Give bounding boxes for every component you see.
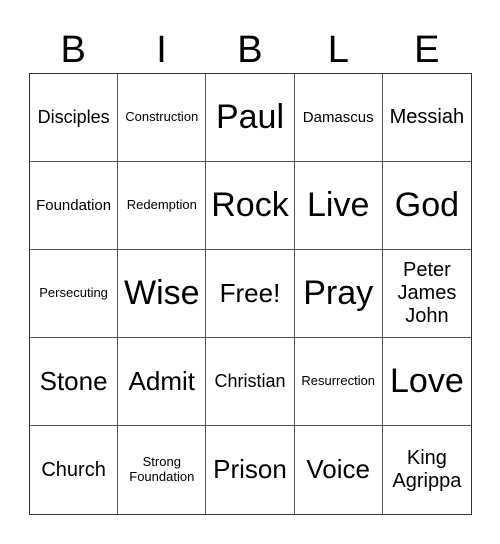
bingo-cell[interactable]: Resurrection — [294, 338, 383, 426]
header-letter: L — [327, 29, 349, 71]
header-letter: B — [60, 29, 86, 71]
bingo-cell[interactable]: Persecuting — [30, 250, 119, 338]
bingo-cell[interactable]: Christian — [206, 338, 295, 426]
bingo-cell[interactable]: Redemption — [118, 162, 207, 250]
bingo-cell[interactable]: God — [382, 162, 471, 250]
bingo-cell[interactable]: Disciples — [30, 74, 119, 162]
bingo-cell[interactable]: Strong Foundation — [118, 426, 207, 514]
header-letter: E — [414, 29, 440, 71]
bingo-cell[interactable]: Construction — [118, 74, 207, 162]
bingo-cell[interactable]: Messiah — [382, 74, 471, 162]
header-letter: B — [237, 29, 263, 71]
bingo-cell[interactable]: Rock — [206, 162, 295, 250]
bingo-cell[interactable]: Peter James John — [382, 250, 471, 338]
bingo-cell[interactable]: Foundation — [30, 162, 119, 250]
bingo-cell[interactable]: Paul — [206, 74, 295, 162]
bingo-cell[interactable]: Church — [30, 426, 119, 514]
bingo-cell[interactable]: Admit — [118, 338, 207, 426]
bingo-cell[interactable]: Love — [382, 338, 471, 426]
bingo-cell[interactable]: Wise — [118, 250, 207, 338]
bingo-cell[interactable]: Prison — [206, 426, 295, 514]
bingo-cell[interactable]: Free! — [206, 250, 295, 338]
bingo-grid: Disciples Construction Paul Damascus Mes… — [29, 73, 472, 515]
header-letter: I — [156, 29, 167, 71]
bingo-cell[interactable]: King Agrippa — [383, 426, 471, 514]
bingo-cell[interactable]: Voice — [295, 426, 383, 514]
bingo-cell[interactable]: Pray — [294, 250, 383, 338]
bingo-cell[interactable]: Live — [294, 162, 383, 250]
bingo-header: B I B L E — [29, 28, 471, 73]
bingo-cell[interactable]: Stone — [30, 338, 119, 426]
bingo-cell[interactable]: Damascus — [294, 74, 383, 162]
